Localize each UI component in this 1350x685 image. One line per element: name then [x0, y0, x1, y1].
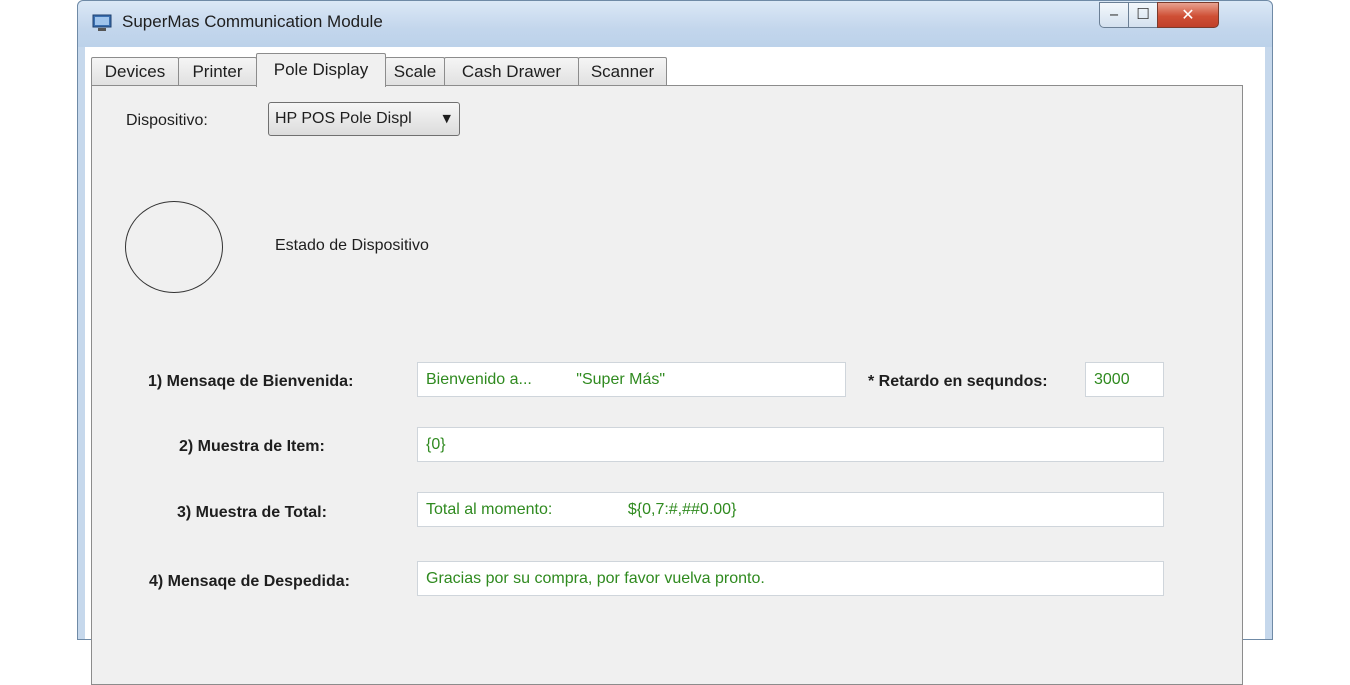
- tab-scanner[interactable]: Scanner: [578, 57, 667, 86]
- delay-input[interactable]: [1086, 363, 1163, 396]
- pole-display-panel: Dispositivo: HP POS Pole Displ ▼ Estado …: [91, 85, 1243, 685]
- item-field[interactable]: [417, 427, 1164, 462]
- tab-pole-display[interactable]: Pole Display: [256, 53, 386, 87]
- item-input[interactable]: [418, 428, 1163, 461]
- maximize-icon: ☐: [1136, 5, 1150, 23]
- close-icon: ✕: [1181, 5, 1195, 24]
- tab-scale[interactable]: Scale: [385, 57, 445, 86]
- status-indicator: [125, 201, 223, 293]
- maximize-button[interactable]: ☐: [1128, 2, 1158, 28]
- window-title: SuperMas Communication Module: [122, 12, 383, 31]
- device-select[interactable]: HP POS Pole Displ ▼: [268, 102, 460, 136]
- tab-cash-drawer[interactable]: Cash Drawer: [444, 57, 579, 86]
- farewell-input[interactable]: [418, 562, 1163, 595]
- farewell-label: 4) Mensaqe de Despedida:: [149, 573, 350, 590]
- minimize-button[interactable]: ‒: [1099, 2, 1129, 28]
- welcome-label: 1) Mensaqe de Bienvenida:: [148, 373, 354, 390]
- monitor-icon: [92, 14, 112, 31]
- chevron-down-icon: ▼: [442, 112, 451, 125]
- welcome-input[interactable]: [418, 363, 845, 396]
- delay-label: * Retardo en sequndos:: [868, 373, 1048, 390]
- total-input[interactable]: [418, 493, 1163, 526]
- close-button[interactable]: ✕: [1157, 2, 1219, 28]
- total-field[interactable]: [417, 492, 1164, 527]
- tab-devices[interactable]: Devices: [91, 57, 179, 86]
- client-area: Devices Printer Pole Display Scale Cash …: [85, 47, 1265, 685]
- device-select-value: HP POS Pole Displ: [275, 110, 412, 127]
- item-label: 2) Muestra de Item:: [179, 438, 325, 455]
- title-bar[interactable]: SuperMas Communication Module ‒ ☐ ✕: [78, 1, 1272, 47]
- status-label: Estado de Dispositivo: [275, 237, 429, 254]
- minimize-icon: ‒: [1109, 5, 1119, 23]
- tab-strip: Devices Printer Pole Display Scale Cash …: [91, 53, 1265, 87]
- total-label: 3) Muestra de Total:: [177, 504, 327, 521]
- tab-printer[interactable]: Printer: [178, 57, 257, 86]
- delay-field[interactable]: [1085, 362, 1164, 397]
- farewell-field[interactable]: [417, 561, 1164, 596]
- welcome-field[interactable]: [417, 362, 846, 397]
- app-window: SuperMas Communication Module ‒ ☐ ✕ Devi…: [77, 0, 1273, 685]
- device-label: Dispositivo:: [126, 112, 208, 129]
